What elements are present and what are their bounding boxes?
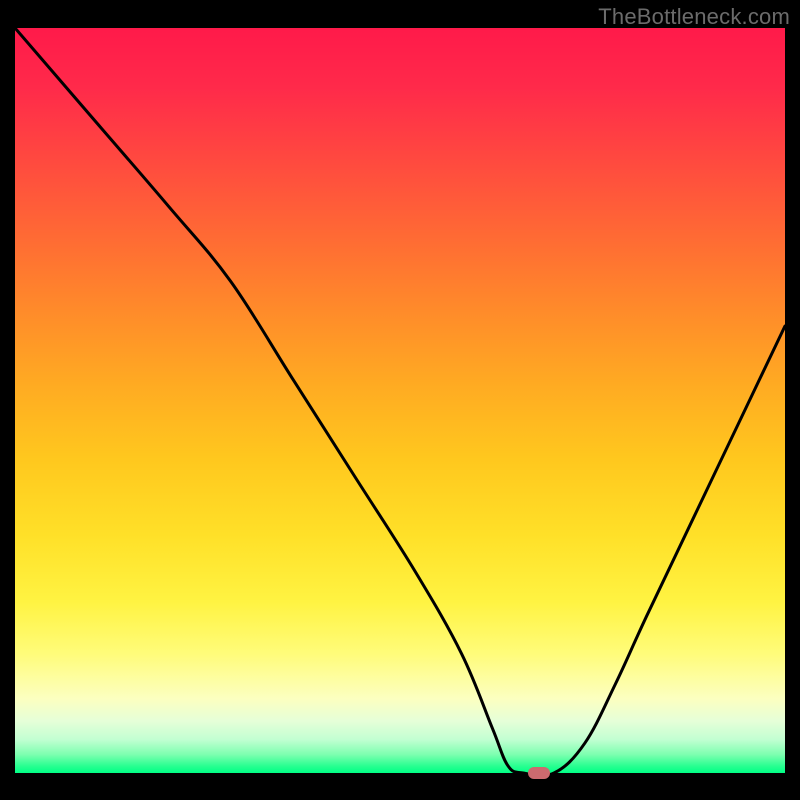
bottleneck-curve [15, 28, 785, 773]
plot-outer [15, 28, 785, 785]
watermark-text: TheBottleneck.com [598, 4, 790, 30]
optimal-point-marker [528, 767, 550, 779]
chart-frame: TheBottleneck.com [0, 0, 800, 800]
x-axis-baseline [15, 783, 785, 785]
